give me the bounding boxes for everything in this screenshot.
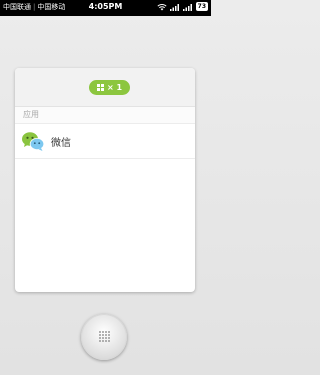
panel-header: × 1	[15, 68, 195, 107]
status-icons: 73	[157, 2, 208, 11]
app-name: 微信	[51, 137, 71, 149]
home-button[interactable]	[81, 314, 127, 360]
recent-apps-panel: × 1 应用 微信	[15, 68, 195, 292]
section-label: 应用	[15, 107, 195, 124]
app-count-label: × 1	[107, 83, 123, 92]
wechat-icon	[22, 132, 45, 151]
signal-icon	[169, 3, 179, 11]
dots-grid-icon	[99, 331, 110, 342]
wifi-icon	[157, 3, 167, 10]
grid-icon	[97, 84, 104, 91]
app-count-badge[interactable]: × 1	[89, 80, 131, 95]
status-bar: 中国联通 | 中国移动 4:05PM 73	[0, 0, 211, 16]
list-item-wechat[interactable]: 微信	[15, 124, 195, 159]
battery-level: 73	[195, 2, 208, 11]
signal-icon-2	[182, 3, 192, 11]
